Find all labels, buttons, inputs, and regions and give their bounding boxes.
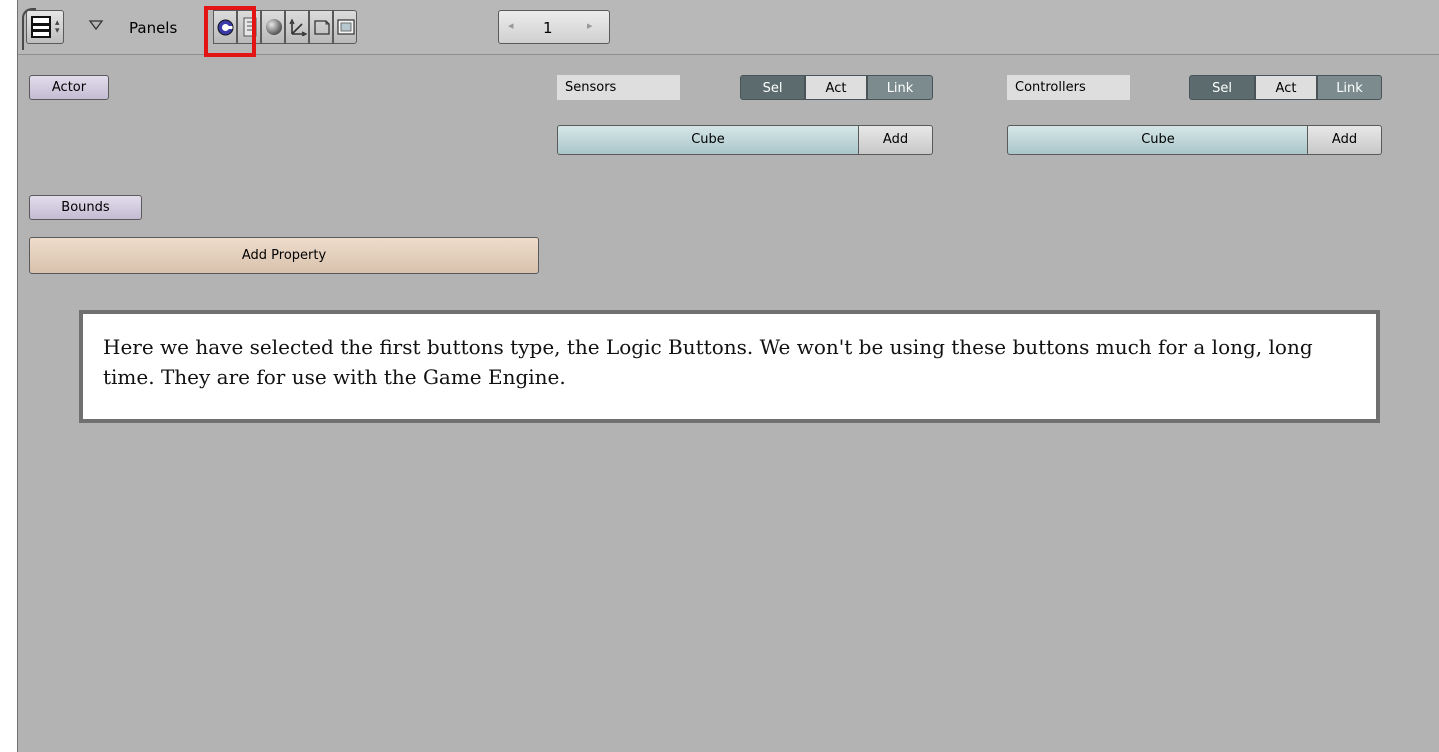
object-buttons-icon — [289, 18, 308, 40]
shading-buttons-tab[interactable] — [261, 10, 285, 44]
next-page-icon[interactable]: ▸ — [587, 19, 593, 32]
controllers-sel-toggle[interactable]: Sel — [1189, 75, 1255, 100]
sensors-act-toggle[interactable]: Act — [805, 75, 867, 100]
sensors-link-toggle[interactable]: Link — [867, 75, 933, 100]
controllers-title-label: Controllers — [1015, 80, 1086, 95]
sensors-link-label: Link — [886, 81, 914, 96]
panel-page-field[interactable]: ◂ 1 ▸ — [498, 10, 610, 44]
sensors-title-label: Sensors — [565, 80, 617, 95]
controllers-act-label: Act — [1275, 81, 1297, 96]
sensors-object-label: Cube — [691, 132, 725, 147]
controllers-link-label: Link — [1336, 81, 1363, 96]
controllers-object-button[interactable]: Cube — [1007, 125, 1309, 155]
window-type-button[interactable]: ▴ ▾ — [26, 10, 64, 44]
controllers-add-button[interactable]: Add — [1307, 125, 1382, 155]
editing-buttons-icon — [313, 18, 331, 40]
sensors-sel-label: Sel — [762, 81, 783, 96]
controllers-title: Controllers — [1007, 75, 1130, 100]
left-border-line — [17, 0, 18, 752]
buttons-window-header: ▴ ▾ Panels ◂ 1 ▸ — [18, 0, 1439, 57]
actor-button[interactable]: Actor — [29, 75, 109, 100]
collapse-triangle-icon[interactable] — [88, 17, 104, 37]
tutorial-note-text: Here we have selected the first buttons … — [103, 335, 1313, 389]
logic-buttons-highlight — [204, 6, 256, 57]
shading-buttons-icon — [265, 18, 283, 40]
editing-buttons-tab[interactable] — [309, 10, 333, 44]
page-number: 1 — [543, 19, 553, 37]
controllers-link-toggle[interactable]: Link — [1317, 75, 1382, 100]
menu-updown-icon: ▴ ▾ — [55, 18, 60, 36]
object-buttons-tab[interactable] — [285, 10, 309, 44]
sensors-object-button[interactable]: Cube — [557, 125, 859, 155]
controllers-act-toggle[interactable]: Act — [1255, 75, 1317, 100]
controllers-add-label: Add — [1331, 132, 1358, 147]
actor-label: Actor — [51, 80, 87, 95]
sensors-sel-toggle[interactable]: Sel — [740, 75, 805, 100]
sensors-add-button[interactable]: Add — [858, 125, 933, 155]
sensors-title: Sensors — [557, 75, 680, 100]
scene-buttons-tab[interactable] — [333, 10, 357, 44]
left-border — [0, 0, 18, 752]
bounds-label: Bounds — [61, 200, 110, 215]
prev-page-icon[interactable]: ◂ — [508, 19, 514, 32]
add-property-label: Add Property — [241, 248, 327, 263]
sensors-add-label: Add — [882, 132, 909, 147]
controllers-object-label: Cube — [1141, 132, 1175, 147]
window-type-icon — [31, 16, 51, 42]
controllers-sel-label: Sel — [1212, 81, 1232, 96]
scene-buttons-icon — [337, 18, 355, 40]
panels-label[interactable]: Panels — [129, 19, 177, 37]
bounds-button[interactable]: Bounds — [29, 195, 142, 220]
sensors-act-label: Act — [825, 81, 847, 96]
add-property-button[interactable]: Add Property — [29, 237, 539, 274]
tutorial-note: Here we have selected the first buttons … — [79, 310, 1380, 423]
